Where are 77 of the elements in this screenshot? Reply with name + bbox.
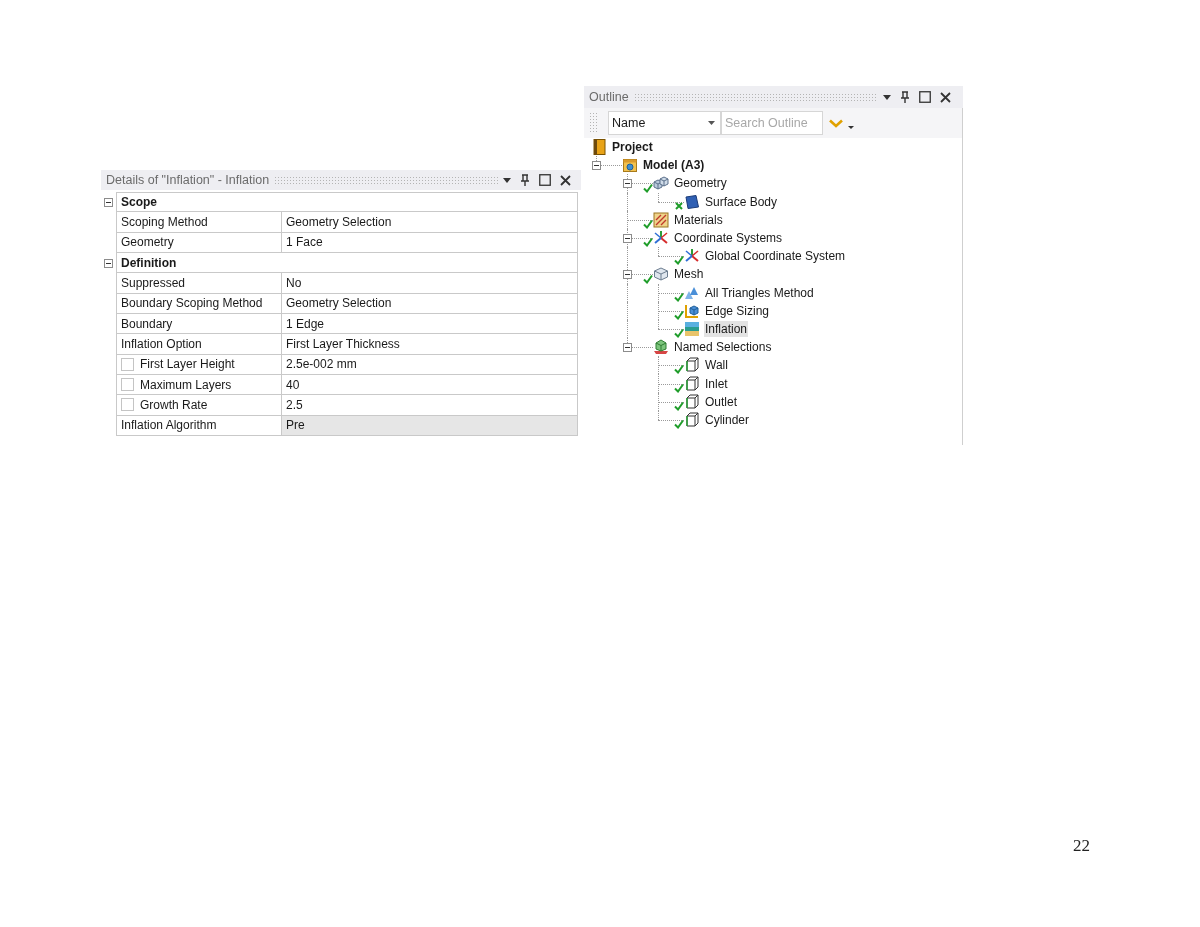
page-number: 22 bbox=[1073, 835, 1090, 857]
collapse-toggle[interactable] bbox=[623, 178, 632, 188]
close-icon[interactable] bbox=[560, 174, 571, 186]
pin-icon[interactable] bbox=[900, 91, 910, 103]
tree-item[interactable]: Edge Sizing bbox=[704, 302, 771, 319]
tree-item[interactable]: Model (A3) bbox=[642, 157, 706, 174]
cubes-icon bbox=[653, 175, 669, 192]
property-value[interactable]: Geometry Selection bbox=[282, 212, 578, 233]
search-field[interactable]: Search Outline bbox=[721, 111, 823, 135]
property-label: Suppressed bbox=[121, 274, 186, 292]
filter-dropdown[interactable]: Name bbox=[608, 111, 721, 135]
layers-icon bbox=[684, 320, 700, 337]
tree-item[interactable]: Geometry bbox=[673, 175, 728, 192]
surface-icon bbox=[684, 193, 700, 210]
axes-icon bbox=[653, 230, 669, 247]
tree-item[interactable]: Global Coordinate System bbox=[704, 248, 847, 265]
tree-item[interactable]: Wall bbox=[704, 357, 729, 374]
parameter-checkbox[interactable] bbox=[121, 398, 134, 412]
box-outline-icon bbox=[684, 411, 700, 428]
swatch-icon bbox=[653, 211, 669, 228]
tree-item[interactable]: Mesh bbox=[673, 266, 705, 283]
property-value[interactable]: Geometry Selection bbox=[282, 293, 578, 314]
collapse-toggle[interactable] bbox=[104, 258, 113, 268]
property-value[interactable]: 1 Edge bbox=[282, 313, 578, 335]
axes-icon bbox=[684, 248, 700, 265]
tree-item[interactable]: Surface Body bbox=[704, 193, 779, 210]
property-label: Inflation Option bbox=[121, 335, 202, 353]
tree-item[interactable]: Cylinder bbox=[704, 411, 750, 428]
property-value[interactable]: 2.5 bbox=[282, 395, 578, 416]
tree-item[interactable]: Inflation bbox=[704, 320, 749, 337]
caret-icon[interactable] bbox=[848, 126, 854, 129]
collapse-toggle[interactable] bbox=[623, 233, 632, 243]
panel-title: Details of "Inflation" - Inflation bbox=[106, 171, 270, 189]
tree-item[interactable]: Materials bbox=[673, 211, 724, 228]
property-label: Geometry bbox=[121, 234, 174, 252]
parameter-checkbox[interactable] bbox=[121, 378, 134, 392]
tree-item[interactable]: Coordinate Systems bbox=[673, 230, 784, 247]
box-outline-icon bbox=[684, 375, 700, 392]
property-label: First Layer Height bbox=[140, 356, 235, 374]
tree-item[interactable]: Named Selections bbox=[673, 339, 773, 356]
panel-title: Outline bbox=[589, 88, 629, 106]
tree-item[interactable]: Inlet bbox=[704, 375, 729, 392]
maximize-icon[interactable] bbox=[919, 91, 931, 103]
cube-bracket-icon bbox=[684, 302, 700, 319]
section-header: Scope bbox=[116, 192, 578, 213]
cube-icon bbox=[653, 266, 669, 283]
dropdown-caret-icon[interactable] bbox=[883, 94, 891, 100]
tree-item[interactable]: Project bbox=[611, 139, 654, 156]
book-icon bbox=[591, 139, 607, 156]
cube-on-tray-icon bbox=[653, 339, 669, 356]
property-value[interactable]: Pre bbox=[282, 415, 578, 436]
collapse-toggle[interactable] bbox=[623, 342, 632, 352]
folder-icon bbox=[622, 157, 638, 174]
pin-icon[interactable] bbox=[520, 174, 530, 186]
collapse-toggle[interactable] bbox=[104, 197, 113, 207]
property-label: Boundary bbox=[121, 315, 173, 333]
tree-item[interactable]: Outlet bbox=[704, 393, 738, 410]
property-label: Maximum Layers bbox=[140, 376, 232, 394]
property-value[interactable]: 40 bbox=[282, 374, 578, 396]
property-label: Inflation Algorithm bbox=[121, 417, 217, 435]
property-value[interactable]: 2.5e-002 mm bbox=[282, 354, 578, 375]
property-label: Scoping Method bbox=[121, 214, 208, 231]
box-outline-icon bbox=[684, 357, 700, 374]
maximize-icon[interactable] bbox=[539, 174, 551, 186]
property-value[interactable]: 1 Face bbox=[282, 232, 578, 253]
collapse-toggle[interactable] bbox=[592, 160, 601, 170]
property-value[interactable]: No bbox=[282, 273, 578, 294]
property-label: Boundary Scoping Method bbox=[121, 295, 263, 313]
parameter-checkbox[interactable] bbox=[121, 357, 134, 371]
caret-icon bbox=[708, 121, 715, 125]
close-icon[interactable] bbox=[940, 91, 951, 103]
box-outline-icon bbox=[684, 393, 700, 410]
collapse-toggle[interactable] bbox=[623, 269, 632, 279]
dropdown-caret-icon[interactable] bbox=[503, 177, 511, 183]
tree-item[interactable]: All Triangles Method bbox=[704, 284, 815, 301]
property-value[interactable]: First Layer Thickness bbox=[282, 334, 578, 355]
property-label: Growth Rate bbox=[140, 396, 208, 414]
